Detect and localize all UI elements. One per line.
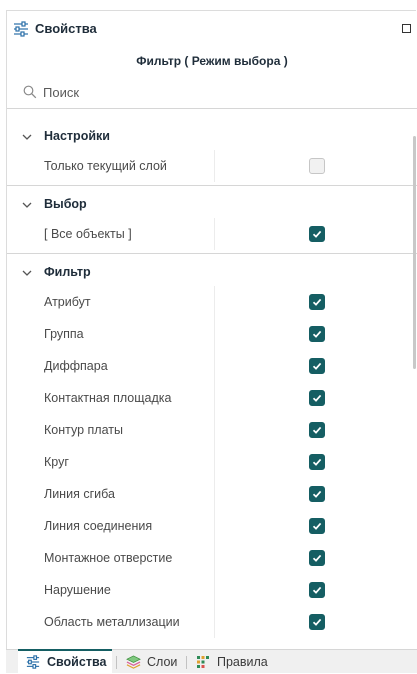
row-label: Круг — [44, 455, 69, 469]
column-divider — [214, 218, 215, 250]
list-item: Нарушение — [7, 574, 407, 606]
search-icon — [23, 85, 37, 99]
list-item: Контур платы — [7, 414, 407, 446]
checkbox[interactable] — [309, 294, 325, 310]
checkbox[interactable] — [309, 158, 325, 174]
chevron-down-icon[interactable] — [21, 198, 33, 210]
row-label: Монтажное отверстие — [44, 551, 173, 565]
list-item: Контактная площадка — [7, 382, 407, 414]
tab-divider — [186, 656, 187, 669]
search-bar — [7, 79, 417, 109]
list-item: Только текущий слой — [7, 150, 407, 182]
list-item: Монтажное отверстие — [7, 542, 407, 574]
section-divider — [7, 185, 417, 186]
list-item: Область металлизации — [7, 606, 407, 638]
layers-icon — [126, 655, 141, 669]
list-item: Диффпара — [7, 350, 407, 382]
column-divider — [214, 150, 215, 182]
row-label: Диффпара — [44, 359, 108, 373]
property-list: Настройки Только текущий слой Выбор [ Все о… — [7, 110, 417, 650]
column-divider — [214, 606, 215, 638]
column-divider — [214, 414, 215, 446]
section-header[interactable]: Фильтр — [7, 258, 407, 286]
checkbox[interactable] — [309, 550, 325, 566]
panel-header: Свойства — [7, 11, 417, 47]
panel-title: Свойства — [35, 21, 97, 36]
column-divider — [214, 446, 215, 478]
tab-label: Правила — [217, 655, 268, 669]
chevron-down-icon[interactable] — [21, 266, 33, 278]
tab-properties[interactable]: Свойства — [18, 649, 112, 674]
list-item: Линия соединения — [7, 510, 407, 542]
checkbox[interactable] — [309, 454, 325, 470]
checkbox[interactable] — [309, 422, 325, 438]
properties-panel: Свойства Фильтр ( Режим выбора ) Настрой… — [6, 10, 417, 673]
section-divider — [7, 253, 417, 254]
tab-label: Слои — [147, 655, 178, 669]
section-title: Выбор — [44, 197, 87, 211]
maximize-button[interactable] — [402, 24, 411, 33]
tab-rules[interactable]: Правила — [188, 650, 278, 674]
row-label: Только текущий слой — [44, 159, 167, 173]
checkbox[interactable] — [309, 518, 325, 534]
row-label: [ Все объекты ] — [44, 227, 132, 241]
list-item: Линия сгиба — [7, 478, 407, 510]
section-title: Настройки — [44, 129, 110, 143]
tab-label: Свойства — [47, 655, 107, 669]
column-divider — [214, 478, 215, 510]
checkbox[interactable] — [309, 614, 325, 630]
column-divider — [214, 510, 215, 542]
section-header[interactable]: Настройки — [7, 122, 407, 150]
list-item: Атрибут — [7, 286, 407, 318]
column-divider — [214, 382, 215, 414]
chevron-down-icon[interactable] — [21, 130, 33, 142]
column-divider — [214, 350, 215, 382]
section-title: Фильтр — [44, 265, 91, 279]
row-label: Нарушение — [44, 583, 111, 597]
row-label: Линия сгиба — [44, 487, 115, 501]
checkbox[interactable] — [309, 358, 325, 374]
checkbox[interactable] — [309, 486, 325, 502]
tab-divider — [116, 656, 117, 669]
checkbox[interactable] — [309, 226, 325, 242]
list-item: [ Все объекты ] — [7, 218, 407, 250]
search-input[interactable] — [43, 82, 403, 102]
sliders-icon — [26, 655, 40, 669]
checkbox[interactable] — [309, 390, 325, 406]
checkbox[interactable] — [309, 326, 325, 342]
row-label: Контактная площадка — [44, 391, 172, 405]
row-label: Область металлизации — [44, 615, 180, 629]
checkbox[interactable] — [309, 582, 325, 598]
row-label: Контур платы — [44, 423, 123, 437]
row-label: Группа — [44, 327, 84, 341]
rules-grid-icon — [196, 655, 210, 669]
column-divider — [214, 318, 215, 350]
scrollbar[interactable] — [413, 136, 416, 369]
sliders-icon — [13, 21, 29, 37]
tab-layers[interactable]: Слои — [118, 650, 184, 674]
bottom-tab-bar: Свойства Слои Правила — [6, 649, 417, 674]
section-header[interactable]: Выбор — [7, 190, 407, 218]
list-item: Группа — [7, 318, 407, 350]
row-label: Атрибут — [44, 295, 91, 309]
column-divider — [214, 286, 215, 318]
row-label: Линия соединения — [44, 519, 153, 533]
column-divider — [214, 574, 215, 606]
filter-mode-title: Фильтр ( Режим выбора ) — [136, 54, 288, 68]
list-item: Круг — [7, 446, 407, 478]
column-divider — [214, 542, 215, 574]
